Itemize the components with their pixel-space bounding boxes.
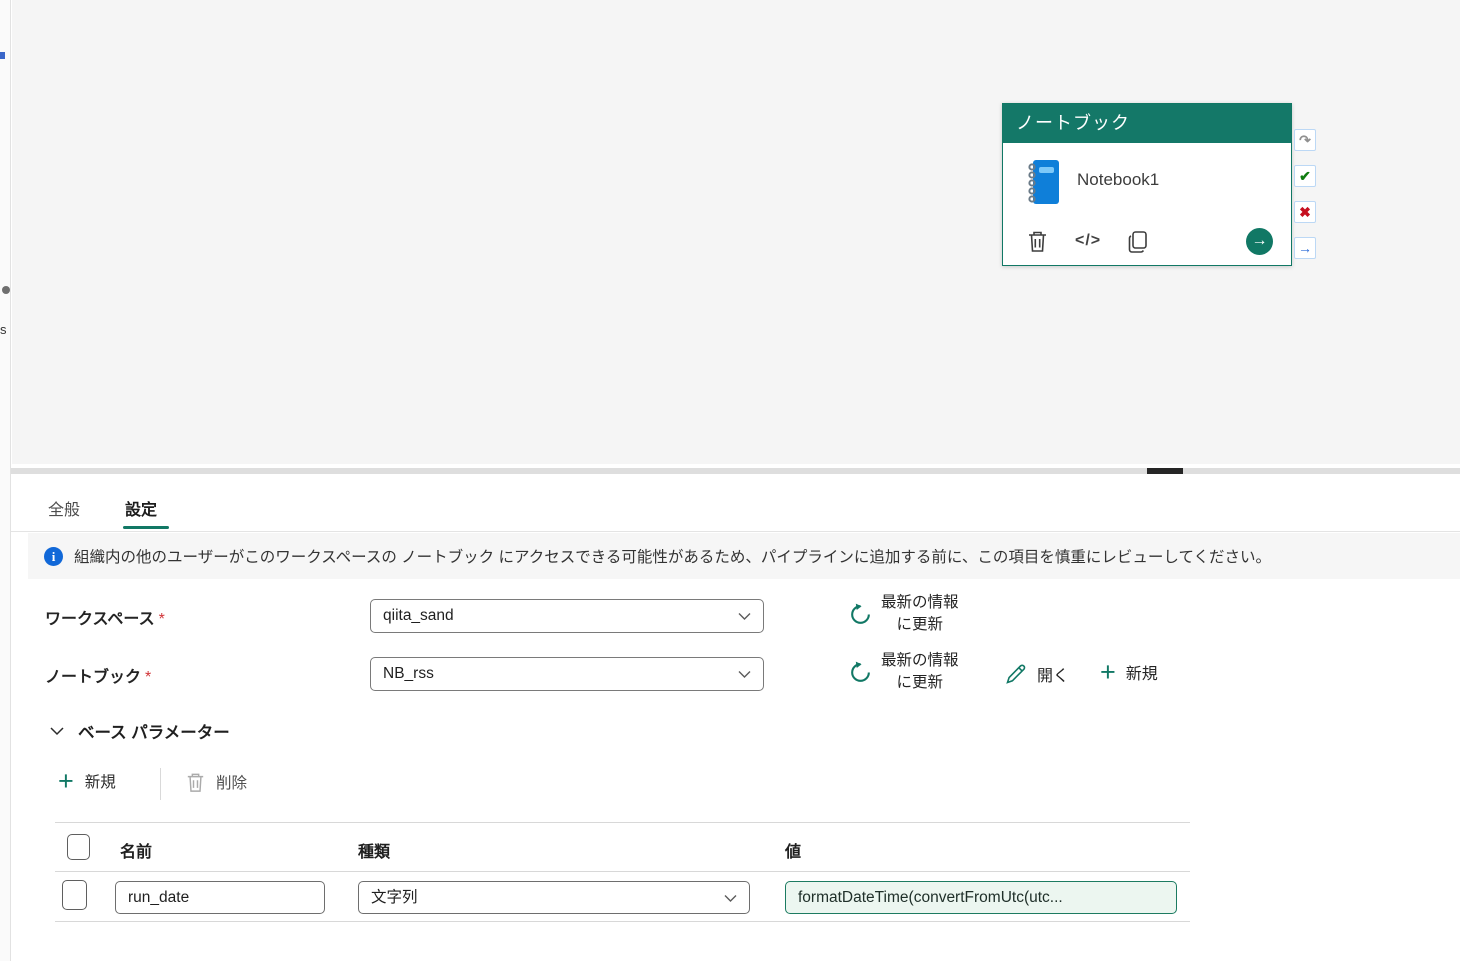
- code-icon[interactable]: </>: [1075, 232, 1101, 250]
- table-border-bottom: [55, 921, 1190, 922]
- column-header-name: 名前: [120, 844, 153, 861]
- on-skip-port-icon[interactable]: ↷: [1294, 129, 1316, 151]
- notebook-dropdown[interactable]: NB_rss: [370, 657, 764, 691]
- pencil-icon: [1006, 664, 1026, 684]
- workspace-refresh-button[interactable]: 最新の情報 に更新: [848, 592, 959, 636]
- toolbar-divider: [160, 768, 161, 800]
- chevron-down-icon: [724, 894, 737, 903]
- required-asterisk: *: [158, 611, 165, 628]
- delete-activity-icon[interactable]: [1027, 230, 1048, 253]
- new-label: 新規: [1125, 666, 1158, 683]
- activity-name: Notebook1: [1077, 170, 1160, 189]
- chevron-down-icon: [50, 727, 64, 736]
- param-name-input[interactable]: [115, 881, 325, 914]
- tab-general[interactable]: 全般: [48, 496, 80, 520]
- refresh-label-line2: に更新: [896, 616, 944, 633]
- base-parameters-title: ベース パラメーター: [78, 724, 230, 742]
- info-icon: i: [44, 546, 63, 566]
- banner-message: 組織内の他のユーザーがこのワークスペースの ノートブック にアクセスできる可能性…: [74, 549, 1272, 566]
- on-fail-port-icon[interactable]: ✖: [1294, 201, 1316, 223]
- go-to-activity-button[interactable]: →: [1246, 228, 1273, 255]
- trash-icon: [187, 773, 204, 792]
- left-edge-artifact-blue: [0, 52, 5, 59]
- plus-icon: +: [58, 766, 74, 796]
- plus-icon: +: [1100, 657, 1116, 687]
- notebook-refresh-button[interactable]: 最新の情報 に更新: [848, 650, 959, 694]
- refresh-icon: [851, 603, 870, 624]
- column-header-value: 値: [785, 844, 802, 861]
- row-checkbox[interactable]: [62, 880, 87, 910]
- activity-card-header: ノートブック: [1003, 104, 1291, 143]
- param-new-label: 新規: [84, 774, 116, 791]
- panel-resize-handle[interactable]: [1147, 468, 1183, 474]
- workspace-label: ワークスペース *: [45, 611, 165, 628]
- refresh-label-line2: に更新: [896, 674, 944, 691]
- copy-icon[interactable]: [1127, 230, 1149, 254]
- param-delete-button[interactable]: 削除: [186, 771, 247, 793]
- required-asterisk: *: [145, 669, 152, 686]
- review-info-banner: i 組織内の他のユーザーがこのワークスペースの ノートブック にアクセスできる可…: [28, 533, 1460, 579]
- param-type-value: 文字列: [371, 889, 418, 906]
- new-notebook-button[interactable]: + 新規: [1100, 657, 1158, 687]
- chevron-down-icon: [738, 670, 751, 679]
- tab-settings[interactable]: 設定: [125, 496, 157, 520]
- active-tab-indicator: [123, 526, 169, 529]
- activity-card-body: Notebook1 </> →: [1003, 143, 1291, 266]
- left-edge-artifact-text: s: [0, 322, 7, 337]
- param-new-button[interactable]: + 新規: [58, 766, 116, 796]
- notebook-selected-value: NB_rss: [383, 665, 434, 682]
- param-type-dropdown[interactable]: 文字列: [358, 881, 750, 914]
- select-all-checkbox[interactable]: [67, 834, 90, 860]
- collapsed-left-rail: s: [0, 0, 11, 961]
- pipeline-canvas[interactable]: ノートブック Notebook1 </> → ↷ ✔ ✖ →: [12, 0, 1460, 464]
- properties-panel: 全般 設定 i 組織内の他のユーザーがこのワークスペースの ノートブック にアク…: [0, 474, 1460, 961]
- tabs-divider: [11, 531, 1460, 532]
- left-edge-artifact-dot: [2, 286, 10, 294]
- open-notebook-button[interactable]: 開く: [1005, 662, 1069, 686]
- chevron-down-icon: [738, 612, 751, 621]
- workspace-selected-value: qiita_sand: [383, 607, 454, 624]
- open-label: 開く: [1037, 668, 1070, 685]
- refresh-icon: [851, 661, 870, 682]
- on-completion-port-icon[interactable]: →: [1294, 237, 1316, 259]
- table-header-divider: [55, 871, 1190, 872]
- param-value-field[interactable]: formatDateTime(convertFromUtc(utc...: [785, 881, 1177, 914]
- panel-resize-bar[interactable]: [0, 468, 1460, 474]
- notebook-icon: [1025, 158, 1061, 206]
- on-success-port-icon[interactable]: ✔: [1294, 165, 1316, 187]
- refresh-label-line1: 最新の情報: [881, 594, 959, 611]
- notebook-label: ノートブック *: [45, 669, 152, 686]
- column-header-type: 種類: [358, 844, 391, 861]
- notebook-activity-card[interactable]: ノートブック Notebook1 </> →: [1002, 103, 1292, 266]
- param-delete-label: 削除: [216, 775, 248, 792]
- refresh-label-line1: 最新の情報: [881, 652, 959, 669]
- base-parameters-section-toggle[interactable]: ベース パラメーター: [50, 719, 230, 743]
- pipeline-editor: { "colors": { "accent_teal": "#117865", …: [0, 0, 1460, 961]
- workspace-dropdown[interactable]: qiita_sand: [370, 599, 764, 633]
- activity-card-actions: </> →: [1003, 228, 1291, 258]
- table-border-top: [55, 822, 1190, 823]
